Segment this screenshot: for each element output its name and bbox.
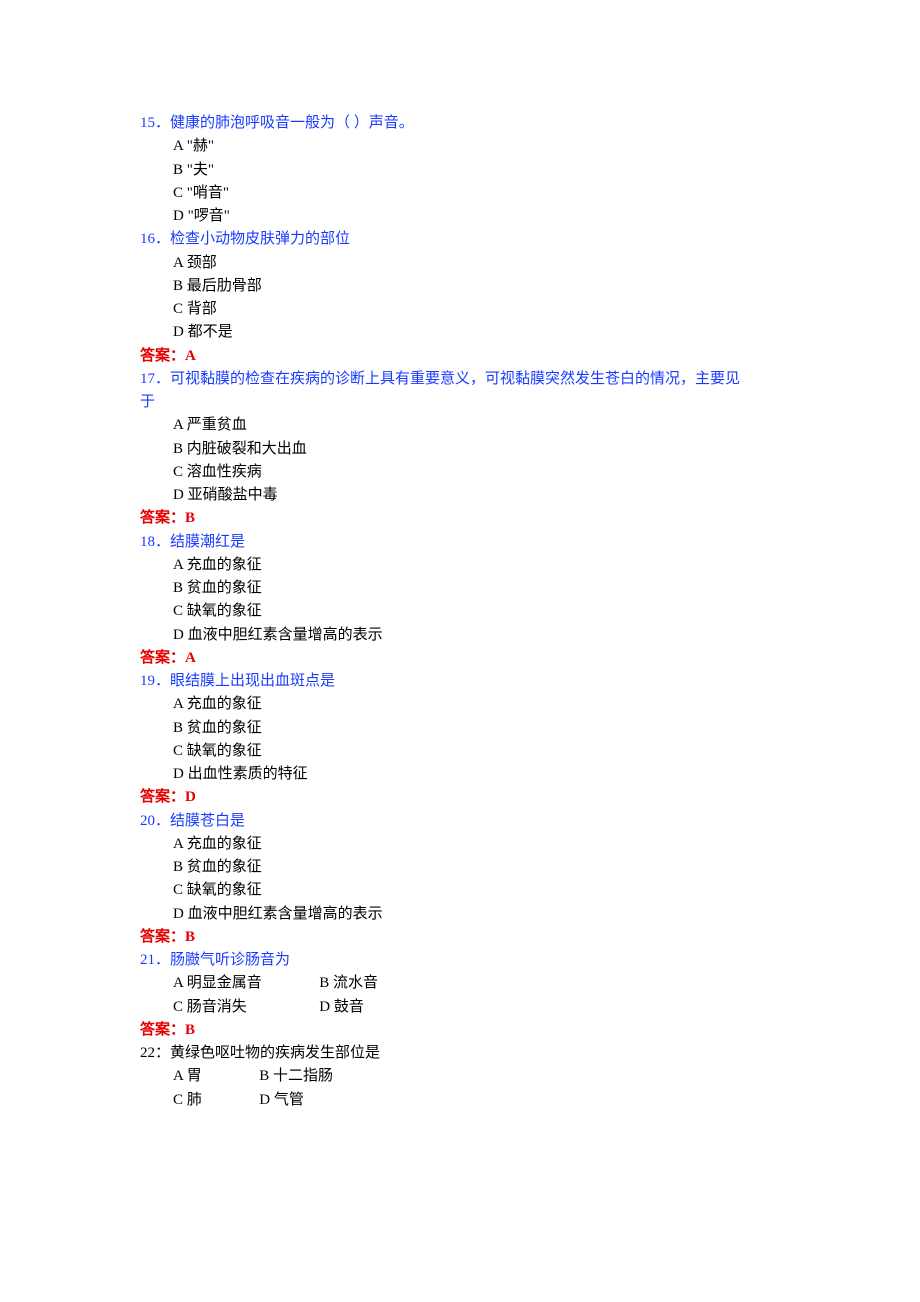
q16-option-c: C 背部 <box>140 298 780 321</box>
q22-options-row1: A 胃 B 十二指肠 <box>140 1065 780 1088</box>
question-17-line2: 于 <box>140 391 780 414</box>
q21-answer: 答案：B <box>140 1019 780 1042</box>
question-17-line1: 17．可视黏膜的检查在疾病的诊断上具有重要意义，可视黏膜突然发生苍白的情况，主要… <box>140 368 780 391</box>
q18-option-a: A 充血的象征 <box>140 554 780 577</box>
q16-answer: 答案：A <box>140 345 780 368</box>
q15-option-d: D "啰音" <box>140 205 780 228</box>
question-21: 21．肠臌气听诊肠音为 <box>140 949 780 972</box>
question-16: 16．检查小动物皮肤弹力的部位 <box>140 228 780 251</box>
q15-option-a: A "赫" <box>140 135 780 158</box>
q21-option-b: B 流水音 <box>319 972 378 995</box>
q19-option-c: C 缺氧的象征 <box>140 740 780 763</box>
q21-option-d: D 鼓音 <box>319 996 364 1019</box>
q18-option-c: C 缺氧的象征 <box>140 600 780 623</box>
q20-option-d: D 血液中胆红素含量增高的表示 <box>140 903 780 926</box>
q17-option-c: C 溶血性疾病 <box>140 461 780 484</box>
q22-option-b: B 十二指肠 <box>259 1065 333 1088</box>
question-19: 19．眼结膜上出现出血斑点是 <box>140 670 780 693</box>
q16-option-d: D 都不是 <box>140 321 780 344</box>
q19-answer: 答案：D <box>140 786 780 809</box>
q20-option-b: B 贫血的象征 <box>140 856 780 879</box>
q16-option-b: B 最后肋骨部 <box>140 275 780 298</box>
q21-options-row1: A 明显金属音 B 流水音 <box>140 972 780 995</box>
q21-options-row2: C 肠音消失 D 鼓音 <box>140 996 780 1019</box>
q17-answer: 答案：B <box>140 507 780 530</box>
q19-option-d: D 出血性素质的特征 <box>140 763 780 786</box>
q19-option-b: B 贫血的象征 <box>140 717 780 740</box>
q16-option-a: A 颈部 <box>140 252 780 275</box>
q18-option-b: B 贫血的象征 <box>140 577 780 600</box>
q15-option-b: B "夫" <box>140 159 780 182</box>
question-22: 22：黄绿色呕吐物的疾病发生部位是 <box>140 1042 780 1065</box>
question-18: 18．结膜潮红是 <box>140 531 780 554</box>
q20-option-c: C 缺氧的象征 <box>140 879 780 902</box>
q18-answer: 答案：A <box>140 647 780 670</box>
q21-option-a: A 明显金属音 <box>173 972 316 995</box>
q22-option-c: C 肺 <box>173 1089 256 1112</box>
q22-option-d: D 气管 <box>259 1089 304 1112</box>
q22-option-a: A 胃 <box>173 1065 256 1088</box>
q20-answer: 答案：B <box>140 926 780 949</box>
q17-option-a: A 严重贫血 <box>140 414 780 437</box>
question-20: 20．结膜苍白是 <box>140 810 780 833</box>
q18-option-d: D 血液中胆红素含量增高的表示 <box>140 624 780 647</box>
question-15: 15．健康的肺泡呼吸音一般为（ ）声音。 <box>140 112 780 135</box>
page: 15．健康的肺泡呼吸音一般为（ ）声音。 A "赫" B "夫" C "哨音" … <box>0 0 920 1302</box>
q19-option-a: A 充血的象征 <box>140 693 780 716</box>
q17-option-b: B 内脏破裂和大出血 <box>140 438 780 461</box>
q20-option-a: A 充血的象征 <box>140 833 780 856</box>
q22-options-row2: C 肺 D 气管 <box>140 1089 780 1112</box>
q15-option-c: C "哨音" <box>140 182 780 205</box>
q21-option-c: C 肠音消失 <box>173 996 316 1019</box>
q17-option-d: D 亚硝酸盐中毒 <box>140 484 780 507</box>
